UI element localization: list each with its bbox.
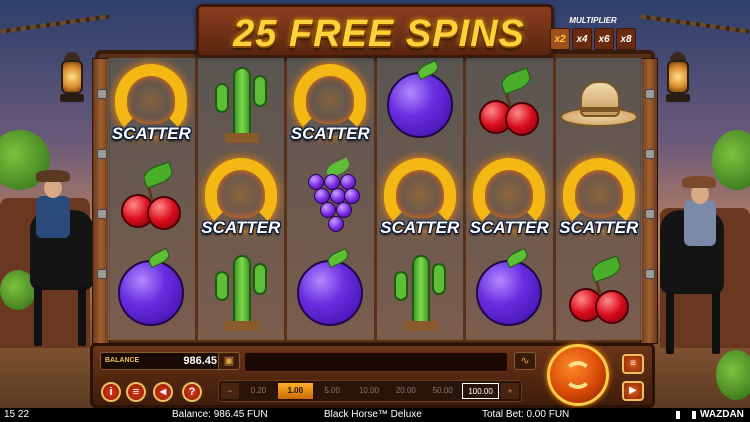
reel-1: SCATTER (108, 58, 195, 340)
menu-icon[interactable]: ≡ (126, 382, 146, 402)
reel-5: SCATTER (466, 58, 553, 340)
reel-cell (198, 58, 285, 152)
scatter-label: SCATTER (559, 218, 639, 237)
bet-option[interactable]: 0.20 (241, 383, 276, 399)
bet-option[interactable]: 100.00 (462, 383, 500, 399)
multiplier-label: MULTIPLIER (569, 16, 617, 25)
reel-cell (466, 246, 553, 340)
scatter-label: SCATTER (469, 218, 549, 237)
bet-option[interactable]: 50.00 (425, 383, 460, 399)
reel-cell (377, 246, 464, 340)
info-icon[interactable]: i (101, 382, 121, 402)
grapes-icon (300, 157, 361, 234)
multiplier-x2: x2 (550, 28, 570, 50)
cherry-icon (117, 161, 185, 234)
status-bar: 15 22 Balance: 986.45 FUN Black Horse™ D… (0, 408, 750, 422)
status-total-bet: Total Bet: 0.00 FUN (482, 409, 570, 420)
reel-cell (108, 152, 195, 246)
free-spins-title: 25 FREE SPINS (233, 13, 525, 55)
game-name: Black Horse™ Deluxe (324, 409, 422, 420)
paytable-wave-icon[interactable]: ∿ (514, 352, 536, 370)
wazdan-logo-icon (676, 411, 696, 419)
autoplay-icon[interactable]: ≡ (622, 354, 644, 374)
cherry-icon (565, 255, 633, 328)
message-bar (244, 352, 508, 372)
cowboy-hat-icon (559, 77, 638, 133)
bet-option[interactable]: 20.00 (388, 383, 423, 399)
reels-grid: SCATTER SCATTER SCATTER SCATTER SCATTER SCATT… (108, 58, 642, 340)
cactus-icon (211, 255, 271, 331)
balance-label: BALANCE (105, 357, 140, 364)
scatter-label: SCATTER (111, 124, 191, 143)
cactus-icon (390, 255, 450, 331)
bush-right-bottom (716, 350, 750, 400)
reel-cell (287, 152, 374, 246)
multiplier-x4: x4 (572, 28, 592, 50)
plum-icon (118, 247, 185, 326)
balance-value: 986.45 (183, 355, 217, 367)
lantern-left (58, 52, 86, 108)
reel-cell: SCATTER (287, 58, 374, 152)
cactus-icon (211, 67, 271, 143)
reel-cell (466, 58, 553, 152)
bush-right (712, 130, 750, 190)
cart-icon[interactable]: ▣ (218, 352, 240, 370)
reel-cell: SCATTER (108, 58, 195, 152)
bet-decrease-button[interactable]: − (221, 383, 239, 399)
bet-option[interactable]: 5.00 (315, 383, 350, 399)
reel-cell: SCATTER (466, 152, 553, 246)
spin-button[interactable] (547, 344, 609, 406)
frame-post-right (640, 58, 658, 344)
scatter-label: SCATTER (290, 124, 370, 143)
lantern-right (664, 52, 692, 108)
reel-cell (198, 246, 285, 340)
scatter-label: SCATTER (380, 218, 460, 237)
multiplier-x8: x8 (616, 28, 636, 50)
reel-6: SCATTER (555, 58, 643, 340)
title-board: 25 FREE SPINS (196, 4, 554, 58)
plum-icon (297, 247, 364, 326)
play-icon[interactable]: ▶ (622, 381, 644, 401)
brand-name: WAZDAN (700, 409, 744, 420)
balance-display: BALANCE 986.45 (100, 352, 224, 370)
scatter-label: SCATTER (201, 218, 281, 237)
reel-4: SCATTER (376, 58, 464, 340)
reel-cell: SCATTER (377, 152, 464, 246)
status-balance: Balance: 986.45 FUN (172, 409, 268, 420)
reel-2: SCATTER (197, 58, 285, 340)
reel-cell (287, 246, 374, 340)
reel-3: SCATTER (287, 58, 374, 340)
bet-option[interactable]: 1.00 (277, 383, 313, 399)
plum-icon (386, 59, 453, 138)
reel-cell: SCATTER (198, 152, 285, 246)
bet-selector: − 0.20 1.00 5.00 10.00 20.00 50.00 100.00 + (218, 380, 522, 402)
reel-cell (556, 58, 643, 152)
help-icon[interactable]: ? (182, 382, 202, 402)
reel-cell: SCATTER (556, 152, 643, 246)
reel-cell (556, 246, 643, 340)
reel-cell (108, 246, 195, 340)
multiplier-x6: x6 (594, 28, 614, 50)
clock-time: 15 22 (4, 409, 30, 420)
reel-cell (377, 58, 464, 152)
spin-arrows-icon (564, 361, 592, 389)
bet-increase-button[interactable]: + (501, 383, 519, 399)
sound-icon[interactable]: ◄ (153, 382, 173, 402)
multiplier-panel: MULTIPLIER x2 x4 x6 x8 (548, 16, 638, 52)
plum-icon (476, 247, 543, 326)
cherry-icon (475, 67, 543, 140)
bet-option[interactable]: 10.00 (352, 383, 387, 399)
